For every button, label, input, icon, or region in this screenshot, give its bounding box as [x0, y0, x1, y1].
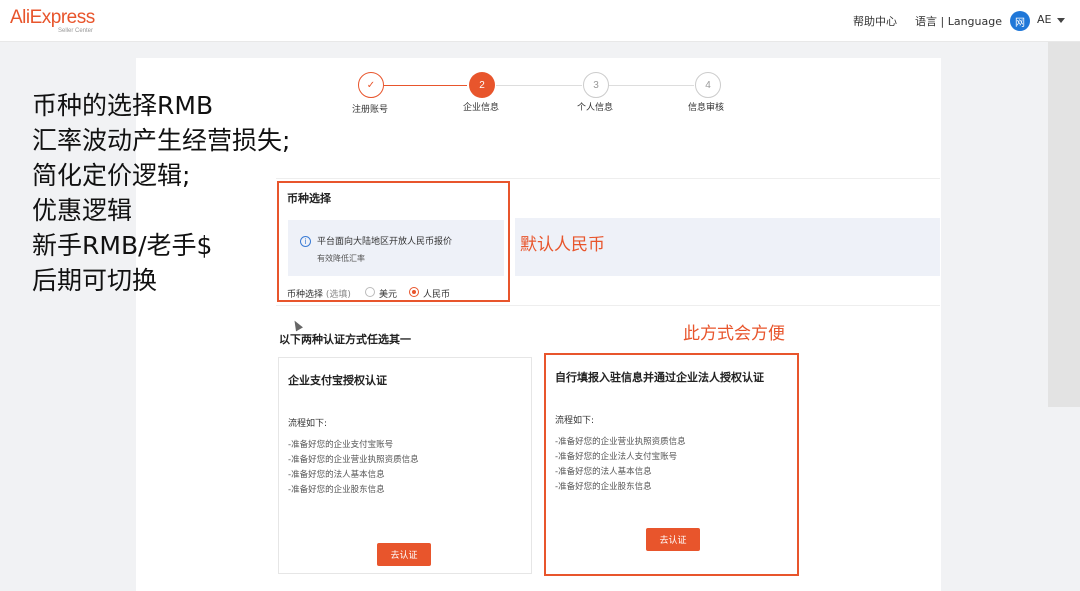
side-scroll-area: [1048, 42, 1080, 407]
note-line: 币种的选择RMB: [32, 91, 214, 120]
radio-usd-label[interactable]: 美元: [379, 287, 397, 300]
requirements-list: -准备好您的企业支付宝账号 -准备好您的企业营业执照资质信息 -准备好您的法人基…: [288, 438, 419, 498]
note-line: 汇率波动产生经营损失;: [32, 126, 291, 155]
chevron-down-icon[interactable]: [1057, 18, 1065, 23]
logo-text: AliExpress: [10, 7, 95, 28]
currency-selection-box: 币种选择 i 平台面向大陆地区开放人民币报价 有效降低汇率 币种选择 (选填) …: [277, 181, 510, 302]
note-line: 简化定价逻辑;: [32, 161, 191, 190]
step-1-check-icon: ✓: [358, 72, 384, 98]
help-center-link[interactable]: 帮助中心: [853, 13, 897, 29]
field-hint: (选填): [325, 290, 351, 300]
user-name[interactable]: AE: [1037, 13, 1051, 26]
auth-section-title: 以下两种认证方式任选其一: [279, 333, 411, 346]
list-item: -准备好您的企业法人支付宝账号: [555, 452, 678, 462]
flow-label: 流程如下:: [288, 419, 328, 429]
note-line: 新手RMB/老手$: [32, 231, 213, 260]
avatar[interactable]: 网: [1010, 11, 1030, 31]
language-link[interactable]: 语言 | Language: [915, 13, 1002, 29]
notice-text: 平台面向大陆地区开放人民币报价: [317, 237, 453, 247]
annotation-default-rmb: 默认人民币: [520, 235, 605, 255]
list-item: -准备好您的企业股东信息: [555, 482, 652, 492]
radio-rmb-label[interactable]: 人民币: [423, 287, 450, 300]
annotation-convenient: 此方式会方便: [683, 324, 785, 344]
step-2-indicator: 2: [469, 72, 495, 98]
step-4-indicator: 4: [695, 72, 721, 98]
radio-rmb[interactable]: [409, 287, 419, 297]
list-item: -准备好您的企业支付宝账号: [288, 440, 394, 450]
list-item: -准备好您的企业营业执照资质信息: [555, 437, 686, 447]
aliexpress-logo[interactable]: AliExpress Seller Center: [10, 7, 95, 35]
requirements-list: -准备好您的企业营业执照资质信息 -准备好您的企业法人支付宝账号 -准备好您的法…: [555, 435, 686, 495]
verify-button-alipay[interactable]: 去认证: [377, 543, 431, 566]
step-3-label: 个人信息: [577, 103, 614, 113]
note-line: 后期可切换: [32, 266, 158, 295]
step-1-label: 注册账号: [352, 105, 389, 115]
top-bar: AliExpress Seller Center 帮助中心 语言 | Langu…: [0, 0, 1080, 42]
info-icon: i: [300, 236, 311, 247]
list-item: -准备好您的企业股东信息: [288, 485, 385, 495]
auth-card-legal-person: 自行填报入驻信息并通过企业法人授权认证 流程如下: -准备好您的企业营业执照资质…: [544, 353, 799, 576]
step-connector: [384, 85, 467, 86]
list-item: -准备好您的法人基本信息: [555, 467, 652, 477]
verify-button-legal-person[interactable]: 去认证: [646, 528, 700, 551]
currency-field-label: 币种选择 (选填): [287, 287, 351, 300]
step-2-label: 企业信息: [463, 103, 500, 113]
step-3-indicator: 3: [583, 72, 609, 98]
currency-title: 币种选择: [287, 192, 331, 205]
field-label-text: 币种选择: [287, 290, 324, 300]
logo-subtitle: Seller Center: [58, 28, 94, 34]
auth-card-title: 企业支付宝授权认证: [288, 374, 387, 387]
note-line: 优惠逻辑: [32, 196, 133, 225]
notice-subtext: 有效降低汇率: [317, 254, 365, 263]
flow-label: 流程如下:: [555, 416, 595, 426]
list-item: -准备好您的法人基本信息: [288, 470, 385, 480]
step-4-label: 信息审核: [688, 103, 725, 113]
step-connector: [609, 85, 694, 86]
list-item: -准备好您的企业营业执照资质信息: [288, 455, 419, 465]
radio-usd[interactable]: [365, 287, 375, 297]
currency-notice: i 平台面向大陆地区开放人民币报价 有效降低汇率: [288, 220, 504, 276]
overlay-notes: 币种的选择RMB 汇率波动产生经营损失; 简化定价逻辑; 优惠逻辑 新手RMB/…: [32, 88, 290, 298]
step-connector: [496, 85, 582, 86]
auth-card-title: 自行填报入驻信息并通过企业法人授权认证: [555, 371, 764, 384]
auth-card-alipay: 企业支付宝授权认证 流程如下: -准备好您的企业支付宝账号 -准备好您的企业营业…: [278, 357, 532, 574]
